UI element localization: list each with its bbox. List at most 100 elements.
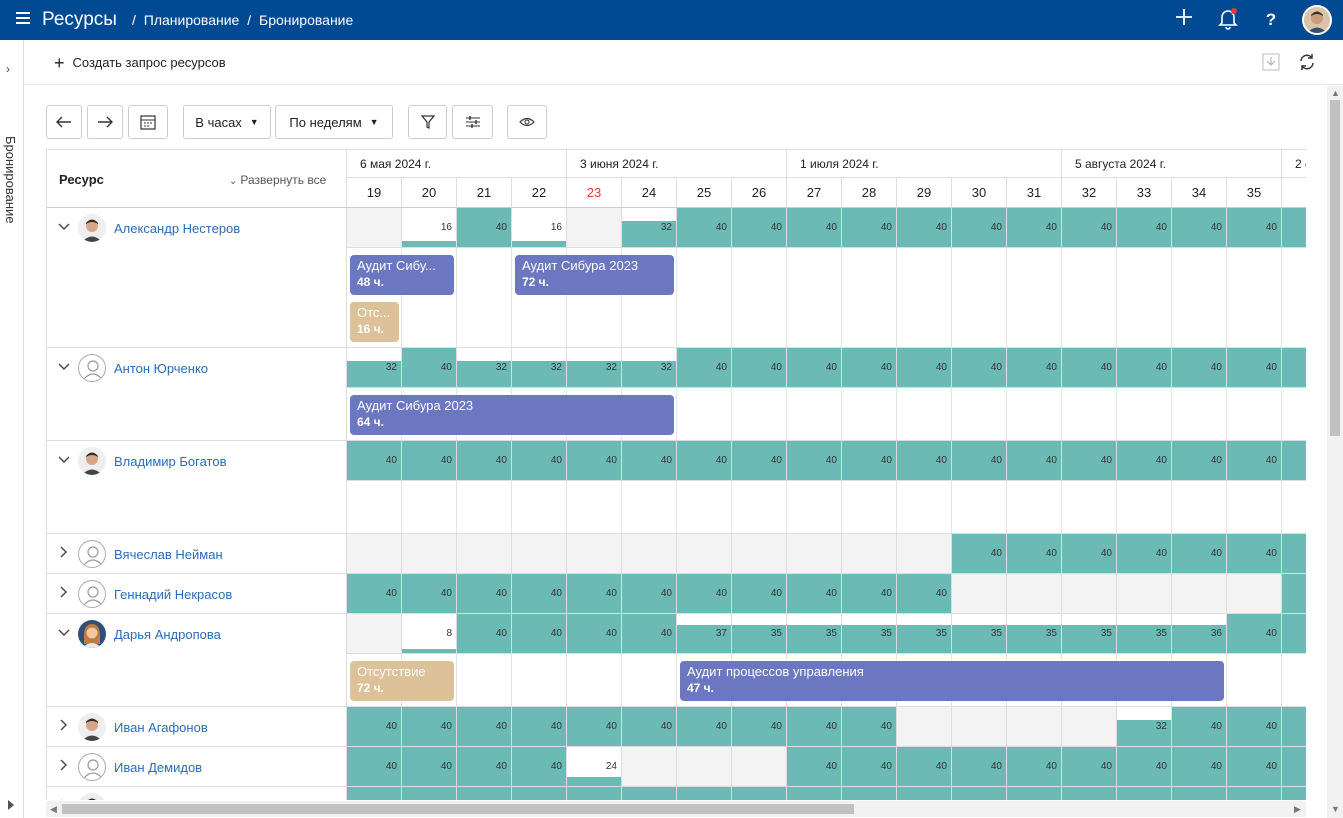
capacity-cell[interactable]: 40 [1062, 441, 1117, 481]
capacity-cell[interactable] [347, 534, 402, 574]
week-header[interactable]: 27 [787, 178, 842, 208]
capacity-cell[interactable]: 40 [567, 441, 622, 481]
capacity-cell[interactable]: 40 [1172, 348, 1227, 388]
capacity-cell[interactable]: 40 [732, 348, 787, 388]
capacity-cell[interactable] [1282, 441, 1306, 481]
capacity-cell[interactable]: 40 [512, 707, 567, 747]
capacity-cell[interactable]: 40 [787, 574, 842, 614]
capacity-cell[interactable] [347, 614, 402, 654]
capacity-cell[interactable]: 40 [732, 208, 787, 248]
filter-button[interactable] [408, 105, 447, 139]
capacity-cell[interactable]: 40 [567, 707, 622, 747]
capacity-cell[interactable] [1282, 574, 1306, 614]
capacity-cell[interactable]: 40 [787, 208, 842, 248]
capacity-cell[interactable] [1227, 787, 1282, 800]
week-header[interactable]: 21 [457, 178, 512, 208]
capacity-cell[interactable]: 40 [512, 747, 567, 787]
chevron-down-icon[interactable] [57, 453, 71, 467]
capacity-cell[interactable]: 40 [897, 208, 952, 248]
capacity-cell[interactable] [622, 534, 677, 574]
capacity-cell[interactable]: 37 [677, 614, 732, 654]
expand-all-button[interactable]: ⌄ Развернуть все [229, 173, 326, 187]
capacity-cell[interactable] [457, 787, 512, 800]
capacity-cell[interactable]: 40 [567, 614, 622, 654]
play-arrow-icon[interactable] [8, 800, 14, 810]
capacity-cell[interactable] [1172, 787, 1227, 800]
capacity-cell[interactable]: 40 [347, 747, 402, 787]
capacity-cell[interactable]: 35 [842, 614, 897, 654]
capacity-cell[interactable]: 40 [842, 208, 897, 248]
week-header[interactable]: 34 [1172, 178, 1227, 208]
capacity-cell[interactable]: 40 [457, 707, 512, 747]
side-panel-label[interactable]: Бронирование [3, 136, 18, 224]
capacity-cell[interactable]: 40 [1117, 534, 1172, 574]
capacity-cell[interactable]: 40 [1117, 441, 1172, 481]
capacity-cell[interactable]: 40 [842, 707, 897, 747]
capacity-cell[interactable]: 40 [1007, 747, 1062, 787]
capacity-cell[interactable]: 40 [622, 441, 677, 481]
refresh-icon[interactable] [1298, 53, 1316, 71]
capacity-cell[interactable] [567, 787, 622, 800]
capacity-cell[interactable]: 32 [567, 348, 622, 388]
capacity-cell[interactable]: 35 [787, 614, 842, 654]
capacity-cell[interactable] [1282, 348, 1306, 388]
capacity-cell[interactable] [512, 534, 567, 574]
project-booking[interactable]: Аудит Сибура 2023 72 ч. [515, 255, 674, 295]
breadcrumb-booking[interactable]: Бронирование [259, 12, 353, 28]
capacity-cell[interactable] [677, 747, 732, 787]
view-options-button[interactable] [507, 105, 547, 139]
capacity-cell[interactable] [567, 208, 622, 248]
capacity-cell[interactable]: 40 [897, 747, 952, 787]
capacity-cell[interactable] [622, 747, 677, 787]
capacity-cell[interactable] [732, 787, 787, 800]
capacity-cell[interactable]: 40 [1227, 614, 1282, 654]
resource-name-link[interactable]: Геннадий Некрасов [114, 587, 232, 602]
capacity-cell[interactable] [1282, 787, 1306, 800]
capacity-cell[interactable] [402, 534, 457, 574]
week-header[interactable]: 30 [952, 178, 1007, 208]
capacity-cell[interactable]: 35 [1117, 614, 1172, 654]
resource-name-link[interactable]: Вячеслав Нейман [114, 547, 223, 562]
chevron-right-icon[interactable] [57, 586, 71, 600]
help-icon[interactable]: ? [1259, 8, 1283, 32]
settings-sliders-button[interactable] [452, 105, 493, 139]
capacity-cell[interactable] [677, 787, 732, 800]
capacity-cell[interactable] [1282, 208, 1306, 248]
capacity-cell[interactable]: 40 [402, 441, 457, 481]
capacity-cell[interactable]: 16 [512, 208, 567, 248]
capacity-cell[interactable]: 32 [622, 208, 677, 248]
capacity-cell[interactable]: 40 [1227, 208, 1282, 248]
chevron-down-icon[interactable] [57, 626, 71, 640]
add-icon[interactable] [1172, 8, 1196, 32]
capacity-cell[interactable]: 32 [347, 348, 402, 388]
capacity-cell[interactable] [732, 747, 787, 787]
capacity-cell[interactable]: 40 [1227, 441, 1282, 481]
week-header[interactable]: 29 [897, 178, 952, 208]
project-booking[interactable]: Аудит процессов управления 47 ч. [680, 661, 1224, 701]
scroll-right-icon[interactable]: ▶ [1294, 804, 1301, 815]
capacity-cell[interactable]: 40 [952, 534, 1007, 574]
capacity-cell[interactable] [897, 707, 952, 747]
capacity-cell[interactable]: 40 [347, 441, 402, 481]
period-dropdown[interactable]: По неделям ▼ [275, 105, 393, 139]
resource-name-link[interactable]: Иван Демидов [114, 760, 202, 775]
chevron-right-icon[interactable] [57, 719, 71, 733]
capacity-cell[interactable] [787, 534, 842, 574]
capacity-cell[interactable]: 40 [952, 348, 1007, 388]
capacity-cell[interactable]: 40 [347, 707, 402, 747]
capacity-cell[interactable]: 40 [457, 208, 512, 248]
project-booking[interactable]: Аудит Сибура 2023 64 ч. [350, 395, 674, 435]
capacity-cell[interactable]: 40 [677, 348, 732, 388]
units-dropdown[interactable]: В часах ▼ [183, 105, 271, 139]
capacity-cell[interactable] [1117, 574, 1172, 614]
capacity-cell[interactable]: 40 [1007, 441, 1062, 481]
capacity-cell[interactable]: 35 [897, 614, 952, 654]
capacity-cell[interactable]: 40 [512, 441, 567, 481]
chevron-right-icon[interactable] [57, 799, 71, 800]
capacity-cell[interactable]: 35 [1007, 614, 1062, 654]
capacity-cell[interactable]: 40 [1062, 208, 1117, 248]
capacity-cell[interactable]: 32 [457, 348, 512, 388]
capacity-cell[interactable] [732, 534, 787, 574]
resource-name-link[interactable]: Антон Юрченко [114, 361, 208, 376]
next-period-button[interactable] [87, 105, 123, 139]
